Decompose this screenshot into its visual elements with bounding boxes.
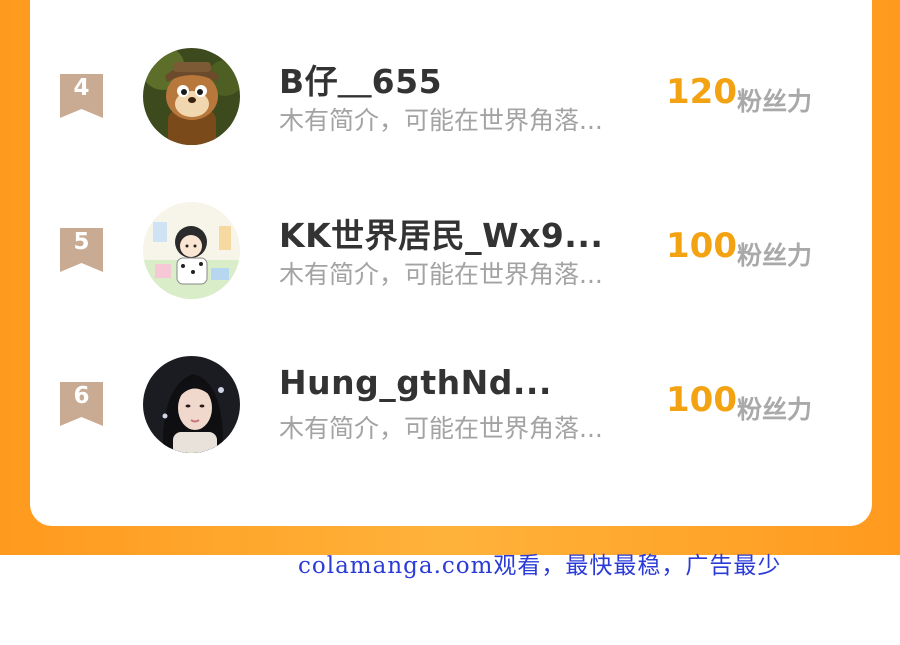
rank-number: 6 [73, 383, 90, 409]
rank-number: 4 [73, 75, 90, 101]
user-bio: 木有简介，可能在世界角落... [279, 414, 603, 443]
fan-power-score: 100 [666, 380, 737, 420]
user-name: KK世界居民_Wx9... [279, 216, 604, 255]
rank-badge: 6 [60, 382, 103, 426]
woman-portrait-avatar-icon[interactable] [143, 356, 240, 453]
user-name: B仔＿655 [279, 62, 443, 101]
fan-power-label: 粉丝力 [737, 87, 813, 116]
user-name: Hung_gthNd... [279, 363, 552, 402]
user-bio: 木有简介，可能在世界角落... [279, 260, 603, 289]
leaderboard-row[interactable]: 4 B仔＿655 木有简介，可能在世界角落... 120 粉丝力 [0, 42, 900, 152]
fan-power-score: 120 [666, 72, 737, 112]
chipmunk-avatar-icon[interactable] [143, 48, 240, 145]
rank-badge: 5 [60, 228, 103, 272]
fan-power-label: 粉丝力 [737, 241, 813, 270]
rank-badge: 4 [60, 74, 103, 118]
user-bio: 木有简介，可能在世界角落... [279, 106, 603, 135]
fan-power-label: 粉丝力 [737, 395, 813, 424]
site-watermark: colamanga.com观看，最快最稳，广告最少 [298, 553, 782, 579]
leaderboard-row[interactable]: 5 KK世界居民_Wx9... 木有简介，可能在世界角落... 100 粉丝力 [0, 196, 900, 306]
rank-number: 5 [73, 229, 90, 255]
cartoon-girl-avatar-icon[interactable] [143, 202, 240, 299]
fan-power-score: 100 [666, 226, 737, 266]
leaderboard-row[interactable]: 6 Hung_gthNd... 木有简介，可能在世界角落... 100 粉丝力 [0, 350, 900, 460]
